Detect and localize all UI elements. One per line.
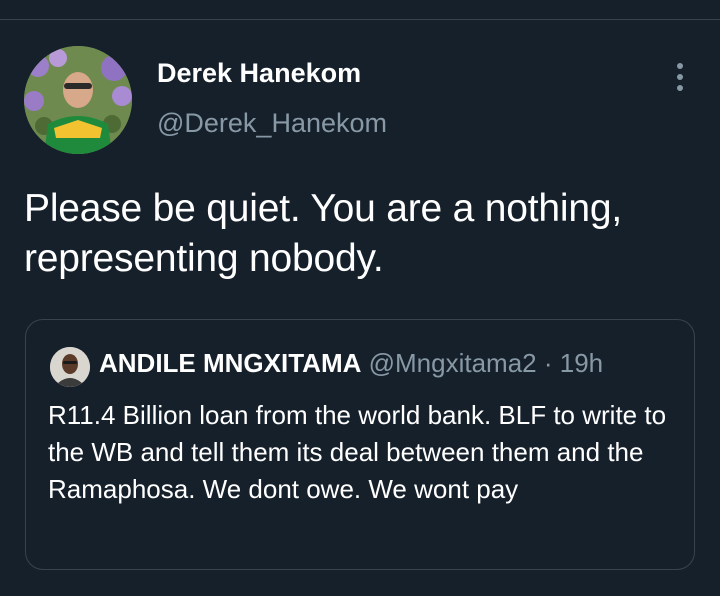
quoted-tweet-text: R11.4 Billion loan from the world bank. … bbox=[48, 400, 667, 504]
quoted-author-display-name[interactable]: ANDILE MNGXITAMA bbox=[99, 348, 361, 378]
profile-photo-icon bbox=[50, 347, 90, 387]
author-avatar[interactable] bbox=[24, 46, 132, 154]
quoted-tweet-time[interactable]: 19h bbox=[560, 348, 603, 378]
author-handle[interactable]: @Derek_Hanekom bbox=[157, 108, 387, 139]
quoted-tweet-header: ANDILE MNGXITAMA @Mngxitama2 · 19h bbox=[99, 346, 603, 380]
quoted-tweet-card[interactable]: ANDILE MNGXITAMA @Mngxitama2 · 19h R11.4… bbox=[25, 319, 695, 570]
quoted-author-handle[interactable]: @Mngxitama2 bbox=[369, 348, 537, 378]
tweet-text: Please be quiet. You are a nothing, repr… bbox=[24, 187, 622, 280]
profile-photo-icon bbox=[24, 46, 132, 154]
divider bbox=[0, 19, 720, 20]
author-display-name[interactable]: Derek Hanekom bbox=[157, 58, 361, 89]
quoted-author-avatar[interactable] bbox=[50, 347, 90, 387]
tweet: Derek Hanekom @Derek_Hanekom Please be q… bbox=[0, 0, 720, 596]
meta-separator: · bbox=[536, 348, 560, 378]
more-options-icon[interactable] bbox=[664, 60, 696, 94]
